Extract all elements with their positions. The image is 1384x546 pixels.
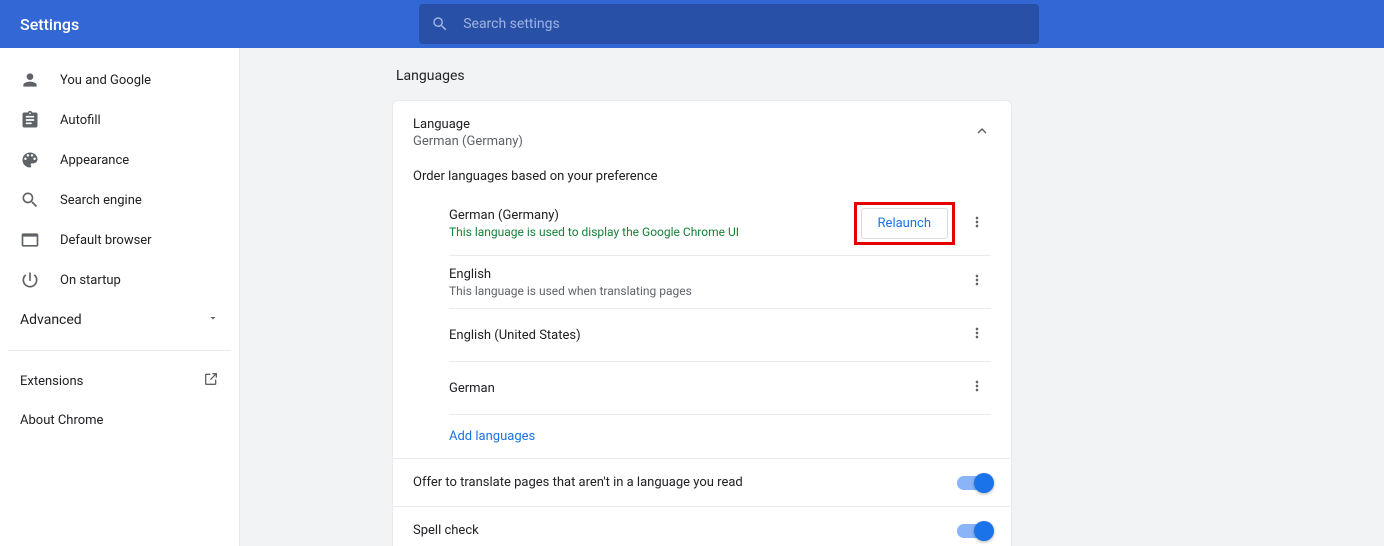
palette-icon [20, 150, 40, 170]
language-name: English [449, 267, 963, 282]
chevron-up-icon [973, 122, 991, 144]
sidebar-item-label: Advanced [20, 312, 82, 328]
language-row: German (Germany) This language is used t… [449, 192, 991, 256]
language-title: Language [413, 117, 523, 132]
sidebar-item-extensions[interactable]: Extensions [0, 361, 239, 401]
relaunch-button[interactable]: Relaunch [861, 208, 948, 239]
sidebar-item-label: Extensions [20, 374, 83, 389]
more-options-button[interactable] [963, 266, 991, 298]
sidebar-item-label: Search engine [60, 193, 142, 208]
main-area: Languages Language German (Germany) Orde… [240, 48, 1384, 546]
spell-check-toggle[interactable] [957, 524, 991, 538]
more-options-button[interactable] [963, 208, 991, 240]
language-name: English (United States) [449, 328, 963, 343]
person-icon [20, 70, 40, 90]
sidebar-item-label: On startup [60, 273, 121, 288]
language-subtitle: German (Germany) [413, 134, 523, 149]
clipboard-icon [20, 110, 40, 130]
offer-translate-toggle[interactable] [957, 476, 991, 490]
sidebar-item-label: Autofill [60, 113, 101, 128]
sidebar-item-search-engine[interactable]: Search engine [0, 180, 239, 220]
offer-translate-row: Offer to translate pages that aren't in … [393, 458, 1011, 506]
sidebar-item-label: Appearance [60, 153, 129, 168]
languages-card: Language German (Germany) Order language… [392, 100, 1012, 546]
header-title: Settings [20, 15, 79, 34]
language-row: English This language is used when trans… [449, 256, 991, 309]
sidebar-item-advanced[interactable]: Advanced [0, 300, 239, 340]
dots-vertical-icon [969, 214, 985, 234]
sidebar-item-on-startup[interactable]: On startup [0, 260, 239, 300]
chevron-down-icon [207, 312, 219, 328]
language-name: German (Germany) [449, 208, 854, 223]
sidebar-item-about[interactable]: About Chrome [0, 401, 239, 441]
sidebar-item-label: You and Google [60, 73, 151, 88]
spell-check-row: Spell check [393, 506, 1011, 546]
sidebar-item-appearance[interactable]: Appearance [0, 140, 239, 180]
offer-translate-label: Offer to translate pages that aren't in … [413, 475, 743, 490]
app-header: Settings [0, 0, 1384, 48]
external-link-icon [203, 371, 219, 391]
sidebar-item-you-and-google[interactable]: You and Google [0, 60, 239, 100]
sidebar-item-default-browser[interactable]: Default browser [0, 220, 239, 260]
search-container[interactable] [419, 4, 1039, 44]
sidebar-item-autofill[interactable]: Autofill [0, 100, 239, 140]
divider [8, 350, 231, 351]
add-languages-button[interactable]: Add languages [393, 415, 1011, 458]
sidebar-item-label: Default browser [60, 233, 152, 248]
language-header[interactable]: Language German (Germany) [393, 101, 1011, 153]
sidebar: You and Google Autofill Appearance Searc… [0, 48, 240, 546]
language-row: English (United States) [449, 309, 991, 362]
power-icon [20, 270, 40, 290]
highlight-box: Relaunch [854, 202, 955, 245]
more-options-button[interactable] [963, 319, 991, 351]
browser-icon [20, 230, 40, 250]
search-input[interactable] [463, 16, 1027, 32]
language-note: This language is used to display the Goo… [449, 225, 854, 239]
dots-vertical-icon [969, 378, 985, 398]
spell-check-label: Spell check [413, 523, 479, 538]
language-name: German [449, 381, 963, 396]
content: You and Google Autofill Appearance Searc… [0, 48, 1384, 546]
preference-text: Order languages based on your preference [393, 153, 1011, 192]
dots-vertical-icon [969, 325, 985, 345]
language-row: German [449, 362, 991, 415]
section-title: Languages [392, 68, 1012, 84]
dots-vertical-icon [969, 272, 985, 292]
search-icon [431, 15, 449, 33]
language-note: This language is used when translating p… [449, 284, 963, 298]
more-options-button[interactable] [963, 372, 991, 404]
search-icon [20, 190, 40, 210]
